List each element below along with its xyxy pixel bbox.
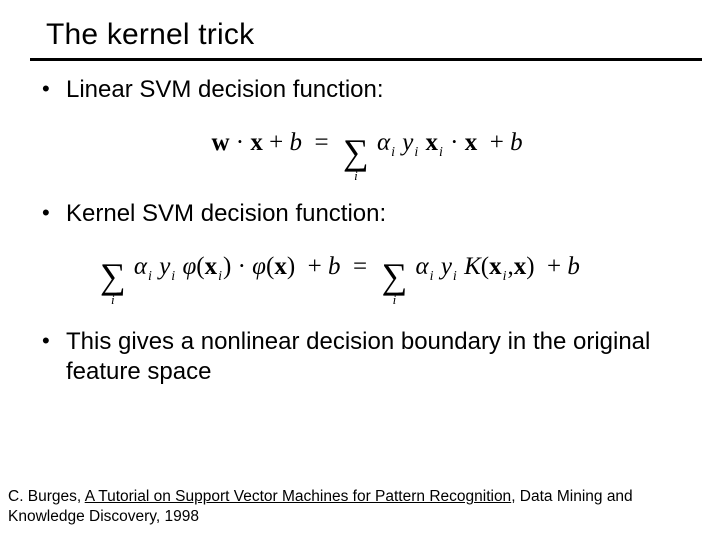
eq1-dot1: · <box>236 129 244 156</box>
eq1-plus1: + <box>269 129 283 156</box>
slide-body: • Linear SVM decision function: w · x + … <box>0 61 720 387</box>
eq2-b1: b <box>328 253 341 280</box>
bullet-1: • Linear SVM decision function: <box>42 75 692 105</box>
eq2-sig1-sub: i <box>111 292 115 308</box>
eq2-rp1: ) <box>223 253 231 280</box>
sigma-icon: ∑ i <box>343 134 369 171</box>
equation-2: ∑ i αi yi φ(xi) · φ(x) + b = ∑ i αi yi K… <box>98 253 580 295</box>
eq2-y2: y <box>441 253 452 280</box>
eq2-dot: · <box>238 253 246 280</box>
sigma-icon: ∑ i <box>382 258 408 295</box>
eq2-eq: = <box>353 253 367 280</box>
citation-link[interactable]: A Tutorial on Support Vector Machines fo… <box>85 488 512 505</box>
eq2-xk2: x <box>514 253 527 280</box>
bullet-3: • This gives a nonlinear decision bounda… <box>42 327 692 387</box>
eq2-x2: x <box>274 253 287 280</box>
eq2-xi1: x <box>205 253 218 280</box>
eq2-lp1: ( <box>196 253 204 280</box>
eq2-a2: α <box>416 253 429 280</box>
sigma-icon: ∑ i <box>100 258 126 295</box>
eq1-x: x <box>250 129 263 156</box>
eq1-xi-i: i <box>438 145 444 160</box>
eq1-dot2: · <box>450 129 458 156</box>
eq1-alpha: α <box>377 129 390 156</box>
bullet-dot-icon: • <box>42 327 66 356</box>
eq2-sig2-sub: i <box>393 292 397 308</box>
eq2-plus2: + <box>547 253 561 280</box>
bullet-2-text: Kernel SVM decision function: <box>66 199 692 229</box>
slide-title: The kernel trick <box>0 0 720 58</box>
eq1-sigma-sub: i <box>354 168 358 184</box>
eq1-plus2: + <box>490 129 504 156</box>
eq2-y2i: i <box>452 269 458 284</box>
eq2-plus1: + <box>308 253 322 280</box>
eq2-phi1: φ <box>182 253 196 280</box>
bullet-dot-icon: • <box>42 199 66 228</box>
eq2-y1: y <box>159 253 170 280</box>
equation-1-wrap: w · x + b = ∑ i αi yi xi · x + b <box>42 129 692 171</box>
eq1-b1: b <box>289 129 302 156</box>
bullet-2: • Kernel SVM decision function: <box>42 199 692 229</box>
equation-1: w · x + b = ∑ i αi yi xi · x + b <box>211 129 522 171</box>
eq1-y: y <box>402 129 413 156</box>
eq2-b2: b <box>567 253 580 280</box>
eq1-x2: x <box>465 129 478 156</box>
eq2-a1i: i <box>147 269 153 284</box>
bullet-dot-icon: • <box>42 75 66 104</box>
eq2-lpK: ( <box>481 253 489 280</box>
eq1-eq: = <box>314 129 328 156</box>
eq1-alpha-i: i <box>390 145 396 160</box>
equation-2-wrap: ∑ i αi yi φ(xi) · φ(x) + b = ∑ i αi yi K… <box>98 253 692 295</box>
eq2-K: K <box>464 253 481 280</box>
eq2-a2i: i <box>429 269 435 284</box>
eq2-rpK: ) <box>526 253 534 280</box>
citation-footer: C. Burges, A Tutorial on Support Vector … <box>8 487 712 526</box>
citation-author: C. Burges, <box>8 488 85 505</box>
bullet-1-text: Linear SVM decision function: <box>66 75 692 105</box>
eq1-y-i: i <box>413 145 419 160</box>
eq1-b2: b <box>510 129 523 156</box>
bullet-3-text: This gives a nonlinear decision boundary… <box>66 327 692 387</box>
eq2-xk1: x <box>489 253 502 280</box>
eq2-y1i: i <box>170 269 176 284</box>
eq2-phi2: φ <box>252 253 266 280</box>
eq2-rp2: ) <box>287 253 295 280</box>
eq1-xi: x <box>425 129 438 156</box>
eq2-a1: α <box>134 253 147 280</box>
eq1-w: w <box>211 129 229 156</box>
